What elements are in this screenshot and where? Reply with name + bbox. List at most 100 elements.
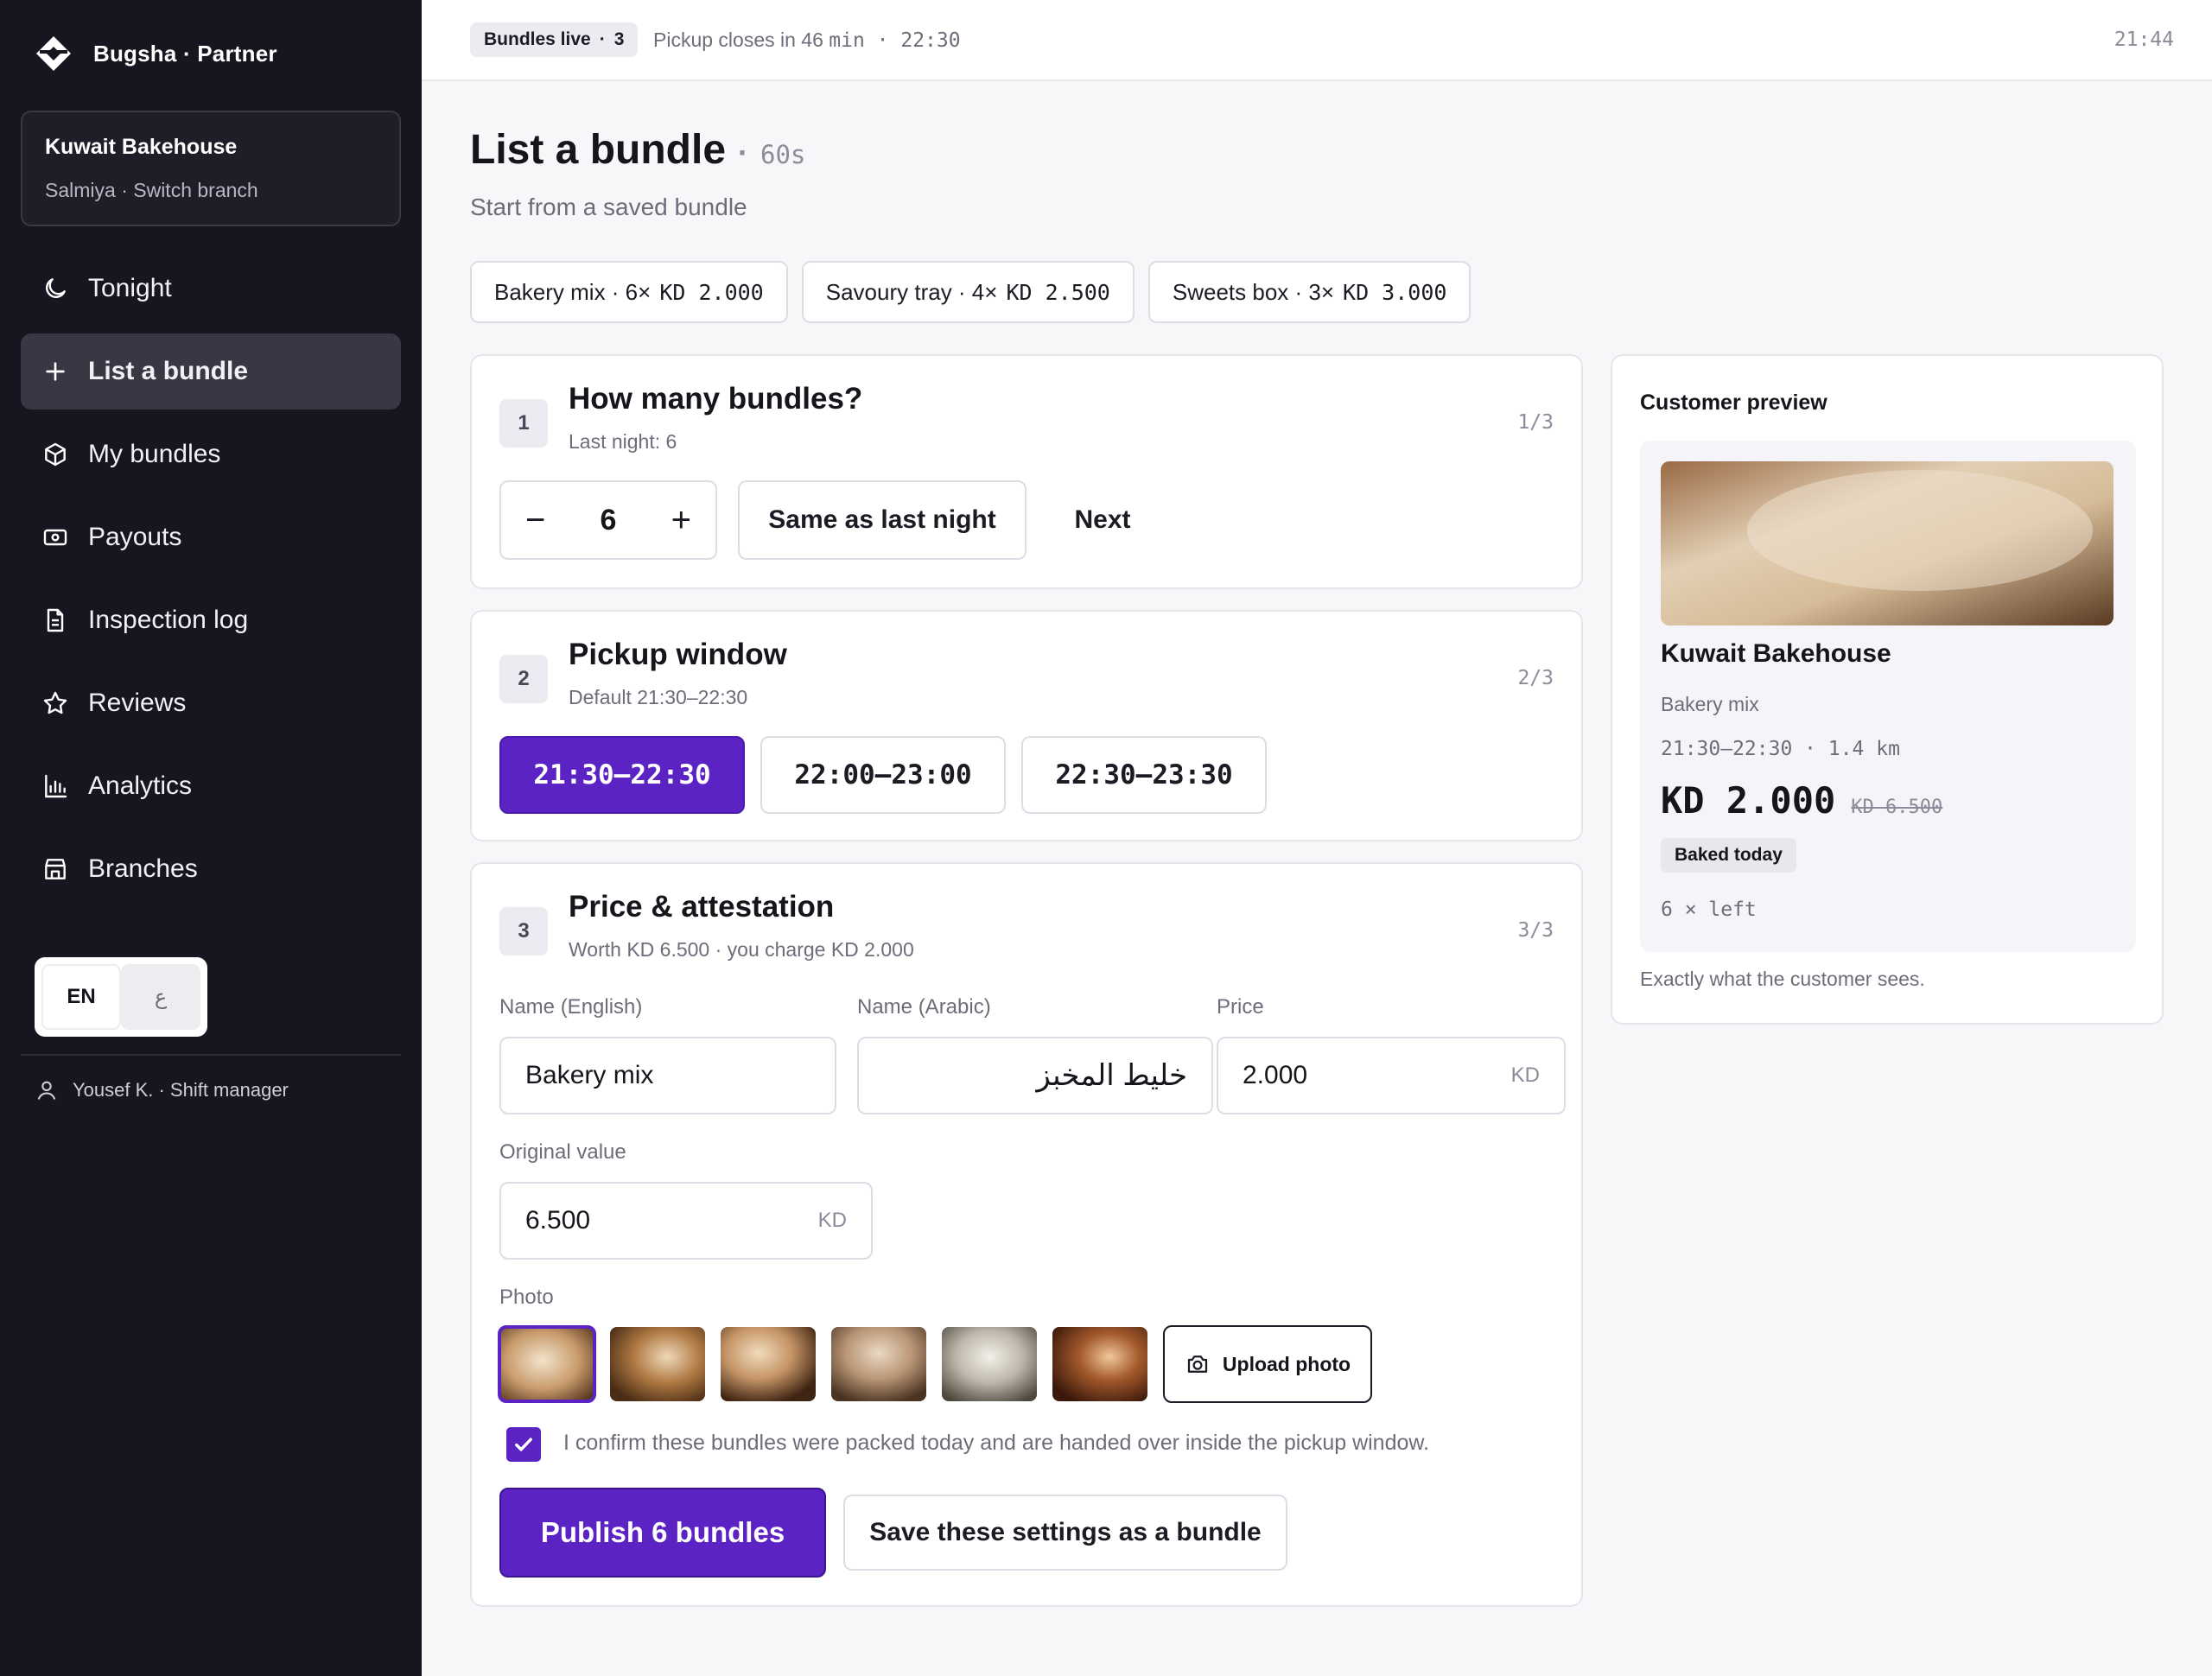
- user-label: Yousef K. · Shift manager: [73, 1079, 289, 1101]
- preview-photo: [1661, 461, 2113, 625]
- attestation-text: I confirm these bundles were packed toda…: [563, 1431, 1430, 1455]
- sidebar-item-my-bundles[interactable]: My bundles: [21, 416, 401, 492]
- sidebar-item-tonight[interactable]: Tonight: [21, 251, 401, 327]
- preview-title: Customer preview: [1640, 390, 1827, 415]
- step-number: 3: [499, 907, 548, 955]
- star-icon: [43, 691, 67, 714]
- sidebar-item-label: Payouts: [88, 523, 182, 551]
- preset-bakery-mix[interactable]: Bakery mix · 6× KD 2.000: [470, 261, 788, 323]
- step-title: Price & attestation: [569, 890, 835, 924]
- preview-footnote: Exactly what the customer sees.: [1640, 968, 1925, 990]
- next-button[interactable]: Next: [1044, 480, 1161, 560]
- sidebar-item-reviews[interactable]: Reviews: [21, 665, 401, 741]
- quantity-value[interactable]: 6: [601, 504, 617, 537]
- preset-name: Sweets box · 3×: [1172, 278, 1335, 305]
- name-ar-input[interactable]: خليط المخبز: [857, 1037, 1213, 1114]
- photo-thumb[interactable]: [610, 1327, 705, 1401]
- preview-price: KD 2.000 KD 6.500: [1661, 779, 1942, 822]
- sidebar-item-branches[interactable]: Branches: [21, 831, 401, 907]
- step-price-card: 3 Price & attestation Worth KD 6.500 · y…: [470, 862, 1583, 1607]
- lang-en-button[interactable]: EN: [41, 964, 121, 1030]
- sidebar-item-label: Reviews: [88, 689, 187, 717]
- step-pickup-window-card: 2 Pickup window Default 21:30–22:30 2/3 …: [470, 610, 1583, 841]
- photo-label: Photo: [499, 1286, 554, 1309]
- name-ar-label: Name (Arabic): [857, 995, 991, 1019]
- step-progress: 2/3: [1517, 667, 1554, 689]
- price-suffix: KD: [1510, 1063, 1540, 1087]
- preview-price-was: KD 6.500: [1851, 797, 1943, 818]
- sidebar-item-label: Tonight: [88, 274, 172, 302]
- photo-thumb[interactable]: [721, 1327, 816, 1401]
- name-en-label: Name (English): [499, 995, 643, 1019]
- original-value-label: Original value: [499, 1140, 626, 1164]
- sidebar-nav: Tonight List a bundle My bundles Payouts…: [21, 251, 401, 914]
- quantity-stepper: − 6 +: [499, 480, 717, 560]
- live-label: Bundles live: [484, 29, 591, 49]
- preset-name: Bakery mix · 6×: [494, 278, 652, 305]
- slot-2130-2230[interactable]: 21:30–22:30: [499, 736, 745, 814]
- preview-store-name: Kuwait Bakehouse: [1661, 639, 1891, 668]
- branch-switcher[interactable]: Kuwait Bakehouse Salmiya · Switch branch: [21, 111, 401, 226]
- price-label: Price: [1217, 995, 1264, 1019]
- preset-price: KD 2.000: [659, 279, 764, 305]
- sidebar-item-analytics[interactable]: Analytics: [21, 748, 401, 824]
- user-icon: [37, 1081, 56, 1100]
- preview-window-distance: 21:30–22:30 · 1.4 km: [1661, 738, 1900, 760]
- photo-thumb[interactable]: [498, 1325, 596, 1403]
- attestation-checkbox[interactable]: [506, 1427, 541, 1462]
- check-icon: [515, 1438, 532, 1451]
- user-profile[interactable]: Yousef K. · Shift manager: [35, 1078, 289, 1102]
- save-as-bundle-button[interactable]: Save these settings as a bundle: [843, 1495, 1287, 1571]
- page-title: List a bundle · 60s: [470, 126, 805, 174]
- sidebar-item-label: Branches: [88, 854, 198, 883]
- increment-button[interactable]: +: [671, 503, 691, 537]
- upload-photo-button[interactable]: Upload photo: [1163, 1325, 1372, 1403]
- moon-icon: [46, 278, 66, 298]
- original-suffix: KD: [817, 1209, 847, 1232]
- document-icon: [47, 608, 64, 632]
- preset-price: KD 3.000: [1343, 279, 1447, 305]
- step-progress: 1/3: [1517, 411, 1554, 434]
- name-ar-value: خليط المخبز: [1036, 1059, 1187, 1092]
- bundles-live-badge[interactable]: Bundles live · 3: [470, 22, 639, 57]
- sidebar-item-inspection-log[interactable]: Inspection log: [21, 582, 401, 658]
- step-quantity-card: 1 How many bundles? Last night: 6 1/3 − …: [470, 354, 1583, 589]
- clock: 21:44: [2113, 29, 2174, 51]
- branch-sub[interactable]: Salmiya · Switch branch: [45, 179, 377, 202]
- brand[interactable]: Bugsha · Partner: [35, 35, 277, 73]
- photo-thumb[interactable]: [1052, 1327, 1147, 1401]
- sidebar-item-list-bundle[interactable]: List a bundle: [21, 333, 401, 409]
- pickup-countdown: Pickup closes in 46 min · 22:30: [653, 29, 961, 52]
- slot-2230-2330[interactable]: 22:30–23:30: [1021, 736, 1267, 814]
- title-dot: ·: [738, 135, 749, 170]
- step-number: 2: [499, 655, 548, 703]
- live-separator: ·: [599, 29, 606, 49]
- same-as-last-night-button[interactable]: Same as last night: [738, 480, 1027, 560]
- photo-thumb[interactable]: [831, 1327, 926, 1401]
- language-toggle: EN ع: [35, 957, 207, 1037]
- cash-icon: [43, 529, 67, 546]
- brand-logo-icon: [36, 36, 71, 71]
- preset-sweets-box[interactable]: Sweets box · 3× KD 3.000: [1147, 261, 1471, 323]
- preset-name: Savoury tray · 4×: [825, 278, 998, 305]
- lang-ar-button[interactable]: ع: [121, 964, 200, 1030]
- step-title: How many bundles?: [569, 382, 863, 416]
- original-value: 6.500: [525, 1206, 591, 1235]
- step-number: 1: [499, 399, 548, 448]
- branch-name: Kuwait Bakehouse: [45, 135, 238, 159]
- camera-icon: [1187, 1355, 1208, 1373]
- photo-thumb[interactable]: [942, 1327, 1037, 1401]
- price-input[interactable]: 2.000 KD: [1217, 1037, 1566, 1114]
- slot-2200-2300[interactable]: 22:00–23:00: [760, 736, 1006, 814]
- customer-preview: Customer preview Kuwait Bakehouse Bakery…: [1611, 354, 2164, 1025]
- sidebar-item-payouts[interactable]: Payouts: [21, 499, 401, 575]
- pickup-time: min · 22:30: [829, 29, 961, 52]
- preset-price: KD 2.500: [1006, 279, 1110, 305]
- publish-button[interactable]: Publish 6 bundles: [499, 1488, 826, 1578]
- name-en-input[interactable]: Bakery mix: [499, 1037, 836, 1114]
- preset-savoury-tray[interactable]: Savoury tray · 4× KD 2.500: [801, 261, 1135, 323]
- price-value: 2.000: [1243, 1061, 1308, 1089]
- original-value-input[interactable]: 6.500 KD: [499, 1182, 873, 1260]
- decrement-button[interactable]: −: [525, 503, 545, 537]
- step-subtitle: Worth KD 6.500 · you charge KD 2.000: [569, 938, 914, 961]
